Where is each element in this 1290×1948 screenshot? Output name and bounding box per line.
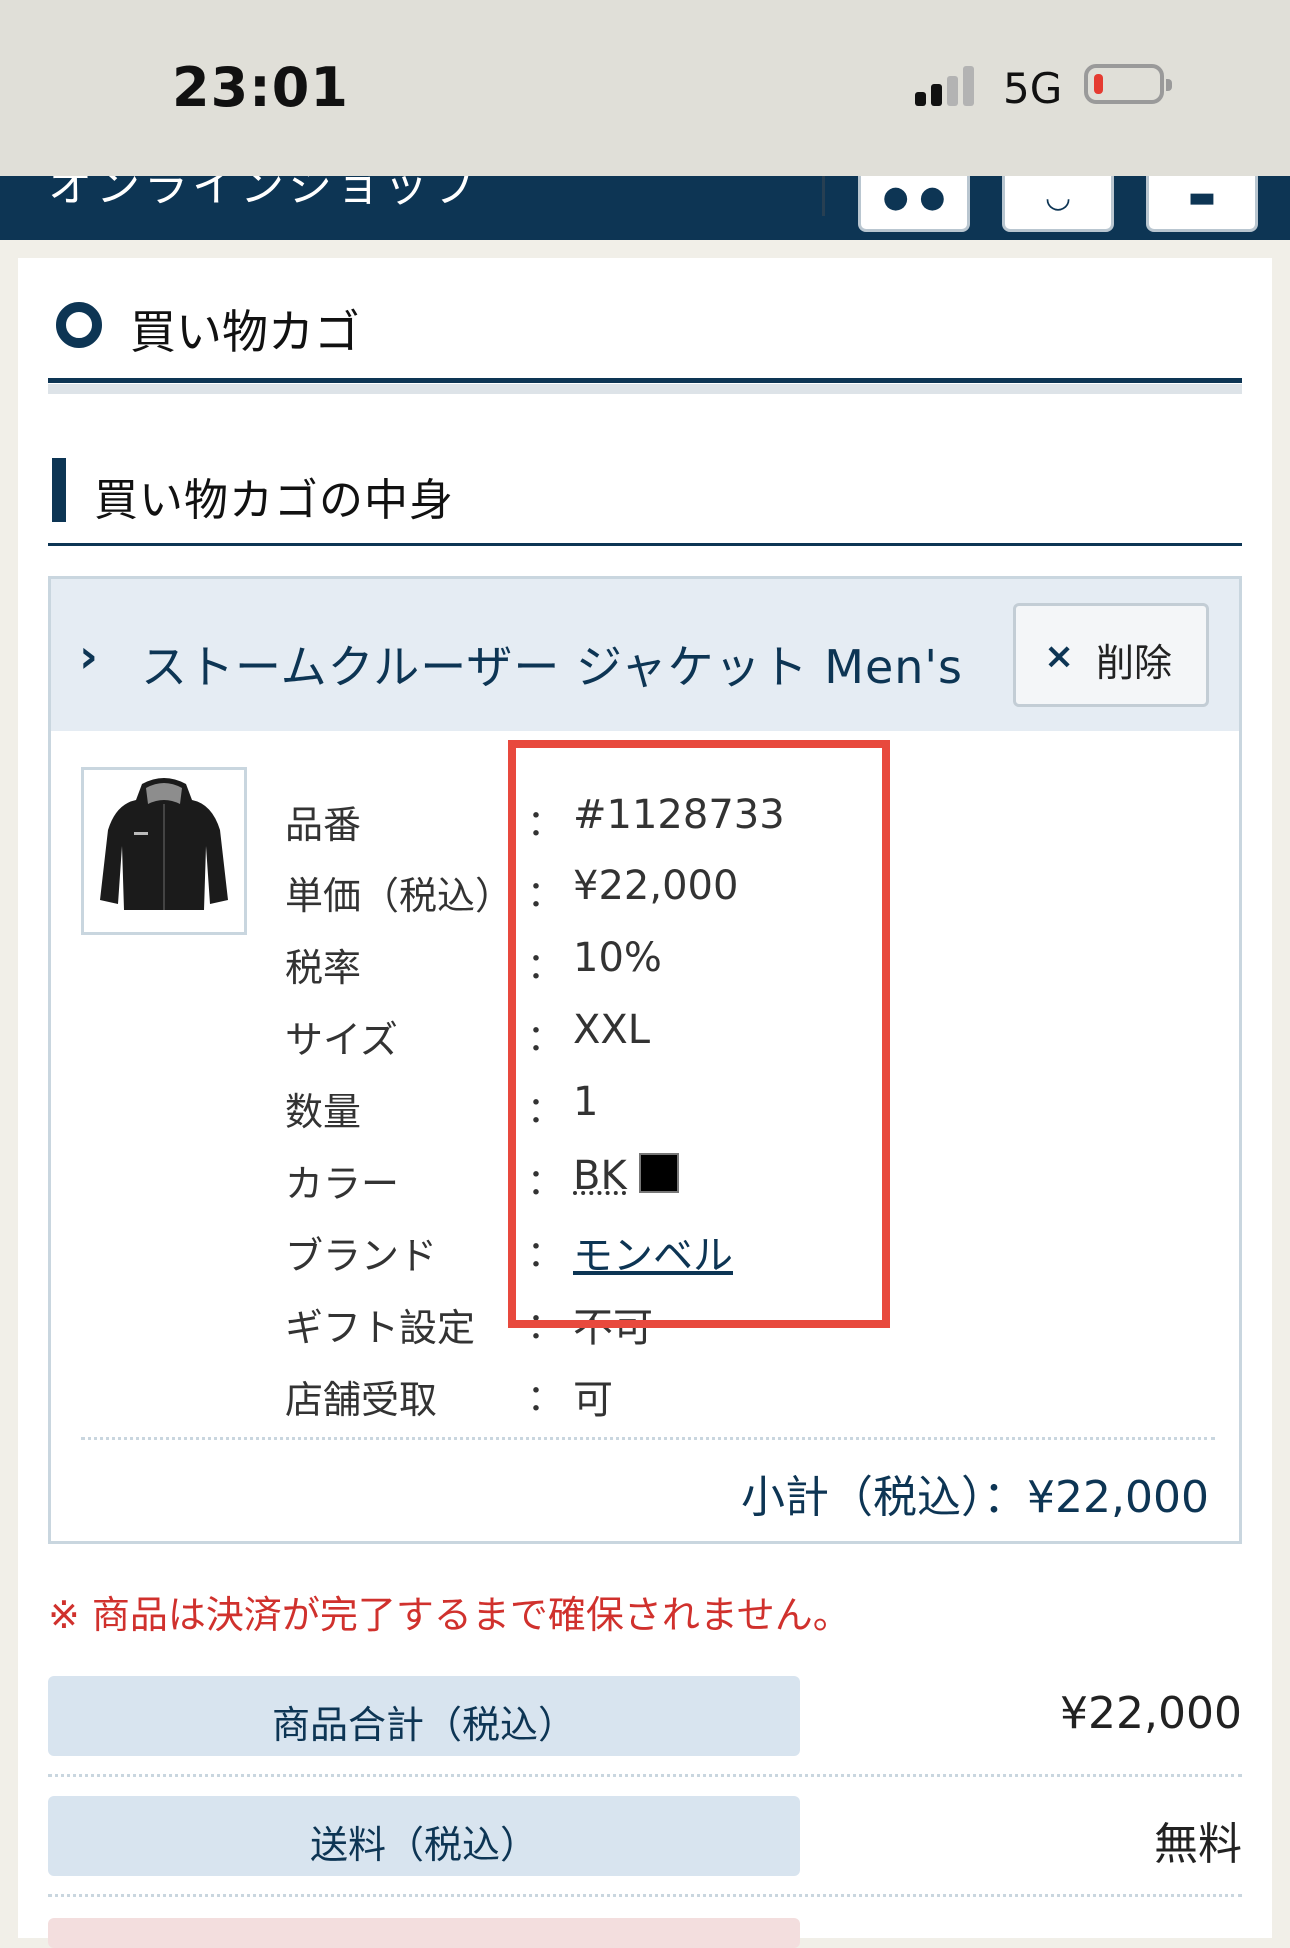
item-subtotal: 小計（税込）：¥22,000 — [741, 1472, 1209, 1523]
label-quantity: 数量 — [285, 1090, 362, 1134]
signal-icon — [915, 66, 975, 106]
section-subtitle: 買い物カゴの中身 — [94, 475, 454, 526]
product-thumbnail[interactable] — [81, 767, 247, 935]
summary-label-text: 送料（税込） — [309, 1823, 538, 1867]
summary-value-shipping: 無料 — [1154, 1819, 1242, 1870]
subtitle-divider — [48, 543, 1242, 546]
delete-button[interactable]: × 削除 — [1013, 603, 1209, 707]
delete-label: 削除 — [1096, 641, 1173, 685]
jacket-image — [100, 778, 228, 910]
label-store-pickup: 店舗受取 — [285, 1378, 438, 1422]
battery-icon — [1084, 64, 1172, 104]
title-circle-icon — [56, 302, 102, 348]
summary-value-subtotal: ¥22,000 — [1060, 1688, 1242, 1739]
label-size: サイズ — [285, 1018, 398, 1062]
cart-button[interactable]: ● ● — [858, 176, 970, 232]
menu-button[interactable]: ▬ — [1146, 176, 1258, 232]
highlight-box — [508, 740, 890, 1328]
label-unit-price: 単価（税込） — [285, 874, 514, 918]
app-header: オンラインショップ ● ● ◡ ▬ — [0, 176, 1290, 240]
status-time: 23:01 — [172, 56, 349, 119]
label-product-code: 品番 — [285, 803, 362, 847]
status-bar: 23:01 5G — [0, 0, 1290, 176]
summary-label-subtotal: 商品合計（税込） — [48, 1676, 800, 1756]
summary-divider — [48, 1894, 1242, 1897]
title-divider-shadow — [48, 384, 1242, 394]
label-gift-setting: ギフト設定 — [285, 1306, 476, 1350]
product-name-link[interactable]: ストームクルーザー ジャケット Men's — [141, 631, 963, 697]
site-logo[interactable]: オンラインショップ — [48, 176, 480, 214]
label-color: カラー — [285, 1162, 400, 1206]
menu-icon: ▬ — [1187, 180, 1217, 215]
page-title: 買い物カゴ — [130, 305, 360, 359]
colon: ： — [527, 1378, 564, 1419]
label-tax-rate: 税率 — [285, 946, 362, 990]
network-type: 5G — [1003, 64, 1063, 113]
cart-item-header: › ストームクルーザー ジャケット Men's × 削除 — [51, 579, 1239, 731]
header-divider — [822, 176, 825, 216]
reservation-notice: ※ 商品は決済が完了するまで確保されません。 — [48, 1593, 851, 1637]
search-button[interactable]: ◡ — [1002, 176, 1114, 232]
search-icon: ◡ — [1046, 180, 1070, 215]
subtitle-accent — [52, 458, 66, 522]
close-icon: × — [1044, 636, 1075, 677]
value-store-pickup: 可 — [573, 1377, 613, 1423]
chevron-right-icon: › — [79, 629, 98, 683]
summary-label-text: 商品合計（税込） — [271, 1703, 576, 1747]
label-brand: ブランド — [285, 1234, 438, 1278]
summary-label-shipping: 送料（税込） — [48, 1796, 800, 1876]
summary-total-label-partial — [48, 1918, 800, 1948]
summary-divider — [48, 1774, 1242, 1777]
cart-icon: ● ● — [882, 180, 946, 215]
item-divider — [81, 1437, 1215, 1440]
title-divider — [48, 378, 1242, 383]
